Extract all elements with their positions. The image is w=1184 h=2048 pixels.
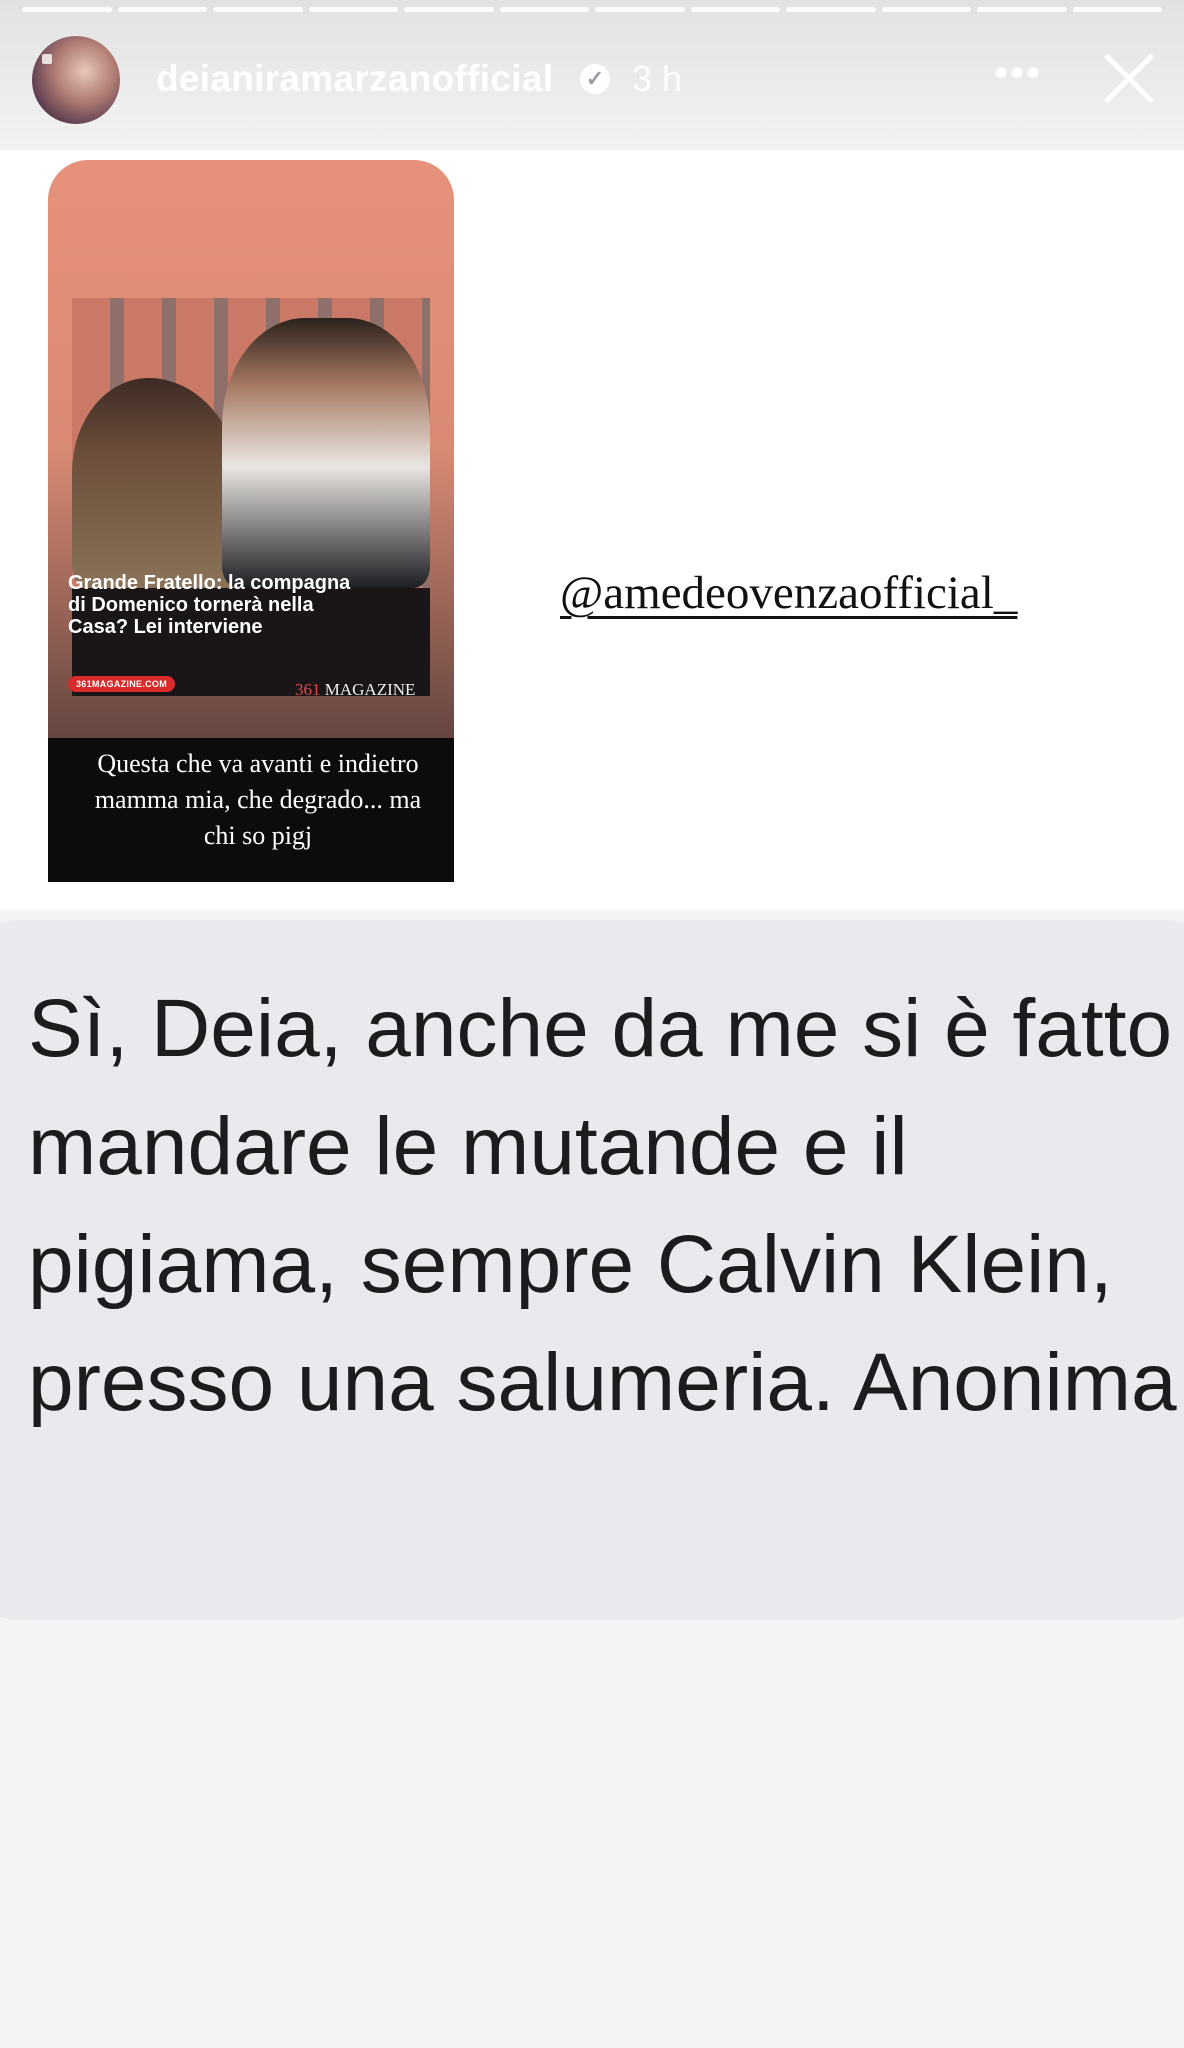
avatar[interactable] — [32, 36, 120, 124]
progress-segment — [595, 7, 685, 12]
verified-badge-icon: ✓ — [580, 64, 610, 94]
progress-segment — [499, 7, 589, 12]
progress-segment — [881, 7, 971, 12]
shared-post-caption: Questa che va avanti e indietro mamma mi… — [94, 749, 422, 850]
mention-link[interactable]: @amedeovenzaofficial_ — [560, 566, 1017, 620]
progress-segment — [977, 7, 1067, 12]
story-progress-bar — [22, 7, 1162, 12]
progress-segment — [404, 7, 494, 12]
logo-word: MAGAZINE — [324, 680, 416, 699]
close-icon[interactable] — [1100, 50, 1158, 108]
photo-person-left — [72, 378, 242, 588]
message-text: Sì, Deia, anche da me si è fatto mandare… — [28, 983, 1177, 1428]
more-options-icon[interactable]: ••• — [994, 53, 1042, 98]
progress-segment — [308, 7, 398, 12]
logo-number: 361 — [295, 680, 321, 699]
username[interactable]: deianiramarzanofficial — [156, 58, 553, 100]
progress-segment — [1072, 7, 1162, 12]
post-time: 3 h — [632, 58, 683, 99]
progress-segment — [117, 7, 207, 12]
progress-segment — [213, 7, 303, 12]
progress-segment — [22, 7, 112, 12]
news-headline: Grande Fratello: la compagna di Domenico… — [68, 572, 351, 638]
magazine-logo: 361 MAGAZINE — [295, 680, 415, 700]
story-header: deianiramarzanofficial ✓ 3 h ••• — [0, 28, 1184, 128]
progress-segment — [690, 7, 780, 12]
progress-segment — [786, 7, 876, 12]
photo-person-right — [222, 318, 430, 588]
site-badge: 361MAGAZINE.COM — [68, 676, 176, 692]
news-photo — [72, 298, 430, 588]
